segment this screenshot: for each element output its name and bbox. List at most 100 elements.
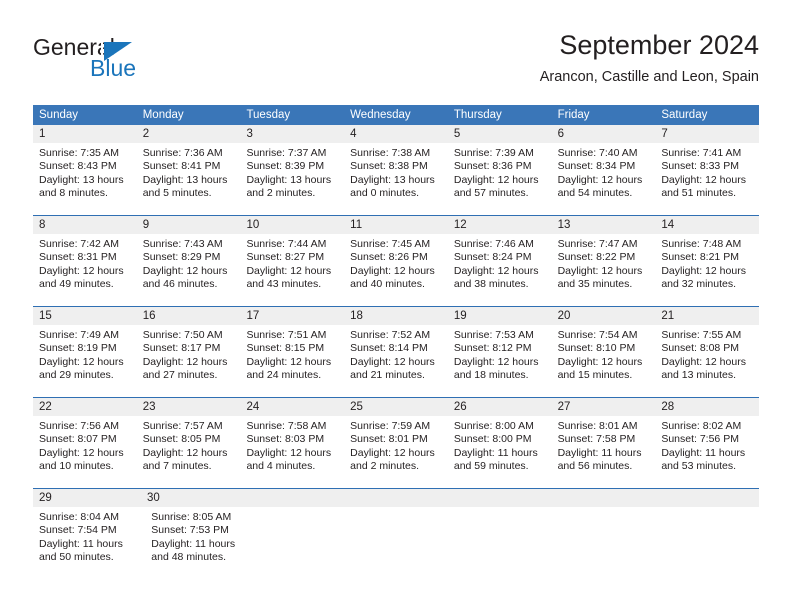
day-detail-cell[interactable]: Sunrise: 7:54 AM Sunset: 8:10 PM Daylight:… (552, 325, 656, 397)
day-daylight-text: Daylight: 12 hours (142, 264, 228, 277)
day-daylight-text: and 35 minutes. (557, 278, 633, 291)
empty-day-cell (258, 507, 358, 579)
day-number-band: 1234567 (33, 125, 759, 143)
day-sunrise-text: Sunrise: 7:56 AM (39, 420, 119, 432)
day-sunset-text: Sunset: 8:34 PM (557, 160, 636, 173)
page-subtitle: Arancon, Castille and Leon, Spain (539, 69, 759, 85)
day-daylight-text: and 40 minutes. (350, 278, 425, 291)
day-detail-cell[interactable]: Sunrise: 7:48 AM Sunset: 8:21 PM Daylight:… (655, 234, 759, 306)
general-blue-logo: General Blue (33, 34, 243, 90)
day-detail-cell[interactable]: Sunrise: 7:52 AM Sunset: 8:14 PM Daylight:… (344, 325, 448, 397)
day-detail-cell[interactable]: Sunrise: 7:59 AM Sunset: 8:01 PM Daylight:… (344, 416, 448, 488)
day-number[interactable]: 10 (240, 216, 344, 234)
day-number[interactable]: 21 (655, 307, 759, 325)
day-number[interactable]: 29 (33, 489, 141, 507)
day-detail-cell[interactable]: Sunrise: 8:01 AM Sunset: 7:58 PM Daylight:… (552, 416, 656, 488)
day-sunset-text: Sunset: 8:14 PM (350, 342, 428, 355)
day-sunrise-text: Sunrise: 7:57 AM (142, 420, 223, 432)
day-number[interactable]: 20 (552, 307, 656, 325)
day-number[interactable]: 4 (344, 125, 448, 143)
day-sunrise-text: Sunrise: 7:42 AM (39, 238, 119, 250)
day-daylight-text: and 2 minutes. (246, 187, 316, 200)
day-number[interactable]: 28 (655, 398, 759, 416)
day-sunset-text: Sunset: 8:26 PM (350, 251, 428, 264)
day-number[interactable]: 6 (552, 125, 656, 143)
day-number[interactable]: 1 (33, 125, 137, 143)
day-detail-cell[interactable]: Sunrise: 7:46 AM Sunset: 8:24 PM Daylight:… (448, 234, 552, 306)
day-number[interactable]: 25 (344, 398, 448, 416)
day-detail-cell[interactable]: Sunrise: 7:58 AM Sunset: 8:03 PM Daylight:… (240, 416, 344, 488)
day-detail-cell[interactable]: Sunrise: 7:42 AM Sunset: 8:31 PM Daylight:… (33, 234, 137, 306)
day-sunset-text: Sunset: 8:31 PM (39, 251, 117, 264)
day-detail-cell[interactable]: Sunrise: 7:43 AM Sunset: 8:29 PM Daylight:… (137, 234, 241, 306)
day-detail-cell[interactable]: Sunrise: 7:39 AM Sunset: 8:36 PM Daylight:… (448, 143, 552, 215)
day-detail-cell[interactable]: Sunrise: 8:04 AM Sunset: 7:54 PM Daylight:… (33, 507, 145, 579)
day-sunrise-text: Sunrise: 7:58 AM (246, 420, 327, 432)
day-detail-cell[interactable]: Sunrise: 7:36 AM Sunset: 8:41 PM Daylight:… (137, 143, 241, 215)
day-number[interactable]: 2 (137, 125, 241, 143)
day-daylight-text: and 56 minutes. (557, 460, 633, 473)
day-detail-cell[interactable]: Sunrise: 7:55 AM Sunset: 8:08 PM Daylight:… (655, 325, 759, 397)
day-number[interactable]: 23 (137, 398, 241, 416)
day-number[interactable]: 13 (552, 216, 656, 234)
day-detail-cell[interactable]: Sunrise: 7:57 AM Sunset: 8:05 PM Daylight:… (137, 416, 241, 488)
day-detail-cell[interactable]: Sunrise: 7:47 AM Sunset: 8:22 PM Daylight:… (552, 234, 656, 306)
day-detail-cell[interactable]: Sunrise: 7:45 AM Sunset: 8:26 PM Daylight:… (344, 234, 448, 306)
day-detail-cell[interactable]: Sunrise: 7:44 AM Sunset: 8:27 PM Daylight:… (240, 234, 344, 306)
day-daylight-text: Daylight: 11 hours (39, 537, 123, 550)
day-detail-cell[interactable]: Sunrise: 7:40 AM Sunset: 8:34 PM Daylight:… (552, 143, 656, 215)
empty-day-cell (453, 489, 555, 507)
day-number[interactable]: 30 (141, 489, 249, 507)
day-detail-cell[interactable]: Sunrise: 7:50 AM Sunset: 8:17 PM Daylight:… (137, 325, 241, 397)
day-detail-cell[interactable]: Sunrise: 8:00 AM Sunset: 8:00 PM Daylight:… (448, 416, 552, 488)
day-sunrise-text: Sunrise: 7:45 AM (350, 238, 431, 250)
day-sunrise-text: Sunrise: 7:39 AM (453, 147, 534, 159)
day-detail-cell[interactable]: Sunrise: 7:49 AM Sunset: 8:19 PM Daylight:… (33, 325, 137, 397)
day-sunset-text: Sunset: 8:05 PM (142, 433, 221, 446)
day-number[interactable]: 7 (655, 125, 759, 143)
day-number[interactable]: 26 (448, 398, 552, 416)
day-daylight-text: Daylight: 12 hours (246, 264, 332, 277)
day-detail-cell[interactable]: Sunrise: 7:56 AM Sunset: 8:07 PM Daylight:… (33, 416, 137, 488)
day-sunset-text: Sunset: 8:19 PM (39, 342, 117, 355)
day-number[interactable]: 12 (448, 216, 552, 234)
day-number[interactable]: 17 (240, 307, 344, 325)
day-sunset-text: Sunset: 8:12 PM (453, 342, 532, 355)
day-number[interactable]: 22 (33, 398, 137, 416)
day-number[interactable]: 8 (33, 216, 137, 234)
day-detail-cell[interactable]: Sunrise: 7:37 AM Sunset: 8:39 PM Daylight:… (240, 143, 344, 215)
day-detail-cell[interactable]: Sunrise: 7:51 AM Sunset: 8:15 PM Daylight:… (240, 325, 344, 397)
day-detail-cell[interactable]: Sunrise: 7:41 AM Sunset: 8:33 PM Daylight:… (655, 143, 759, 215)
day-number[interactable]: 5 (448, 125, 552, 143)
logo-text-blue: Blue (90, 55, 137, 81)
day-detail-cell[interactable]: Sunrise: 8:05 AM Sunset: 7:53 PM Daylight:… (145, 507, 257, 579)
day-daylight-text: Daylight: 12 hours (557, 173, 643, 186)
day-sunrise-text: Sunrise: 7:54 AM (557, 329, 638, 341)
day-daylight-text: and 18 minutes. (453, 369, 529, 382)
day-number[interactable]: 14 (655, 216, 759, 234)
day-sunrise-text: Sunrise: 7:53 AM (453, 329, 534, 341)
day-number[interactable]: 19 (448, 307, 552, 325)
day-number[interactable]: 9 (137, 216, 241, 234)
day-daylight-text: Daylight: 12 hours (246, 355, 332, 368)
day-sunrise-text: Sunrise: 7:37 AM (246, 147, 327, 159)
day-detail-cell[interactable]: Sunrise: 8:02 AM Sunset: 7:56 PM Daylight:… (655, 416, 759, 488)
calendar-week-row: 22 23 24 25 26 27 28 Sunrise: 7:56 AM Sunset: 8:… (33, 397, 759, 488)
day-daylight-text: Daylight: 12 hours (142, 355, 228, 368)
day-number-band: 8 9 10 11 12 13 14 (33, 216, 759, 234)
day-number[interactable]: 11 (344, 216, 448, 234)
day-detail-cell[interactable]: Sunrise: 7:38 AM Sunset: 8:38 PM Daylight:… (344, 143, 448, 215)
calendar-week-row: 8 9 10 11 12 13 14 Sunrise: 7:42 AM Sunset: 8:31… (33, 215, 759, 306)
day-number[interactable]: 16 (137, 307, 241, 325)
day-sunset-text: Sunset: 8:39 PM (246, 160, 325, 173)
day-number[interactable]: 24 (240, 398, 344, 416)
day-number[interactable]: 27 (552, 398, 656, 416)
day-detail-cell[interactable]: Sunrise: 7:35 AM Sunset: 8:43 PM Daylight:… (33, 143, 137, 215)
day-daylight-text: Daylight: 12 hours (661, 355, 746, 368)
day-number[interactable]: 3 (240, 125, 344, 143)
day-number[interactable]: 15 (33, 307, 137, 325)
day-detail-cell[interactable]: Sunrise: 7:53 AM Sunset: 8:12 PM Daylight:… (448, 325, 552, 397)
day-sunrise-text: Sunrise: 7:49 AM (39, 329, 119, 341)
day-number[interactable]: 18 (344, 307, 448, 325)
day-sunset-text: Sunset: 8:36 PM (453, 160, 532, 173)
